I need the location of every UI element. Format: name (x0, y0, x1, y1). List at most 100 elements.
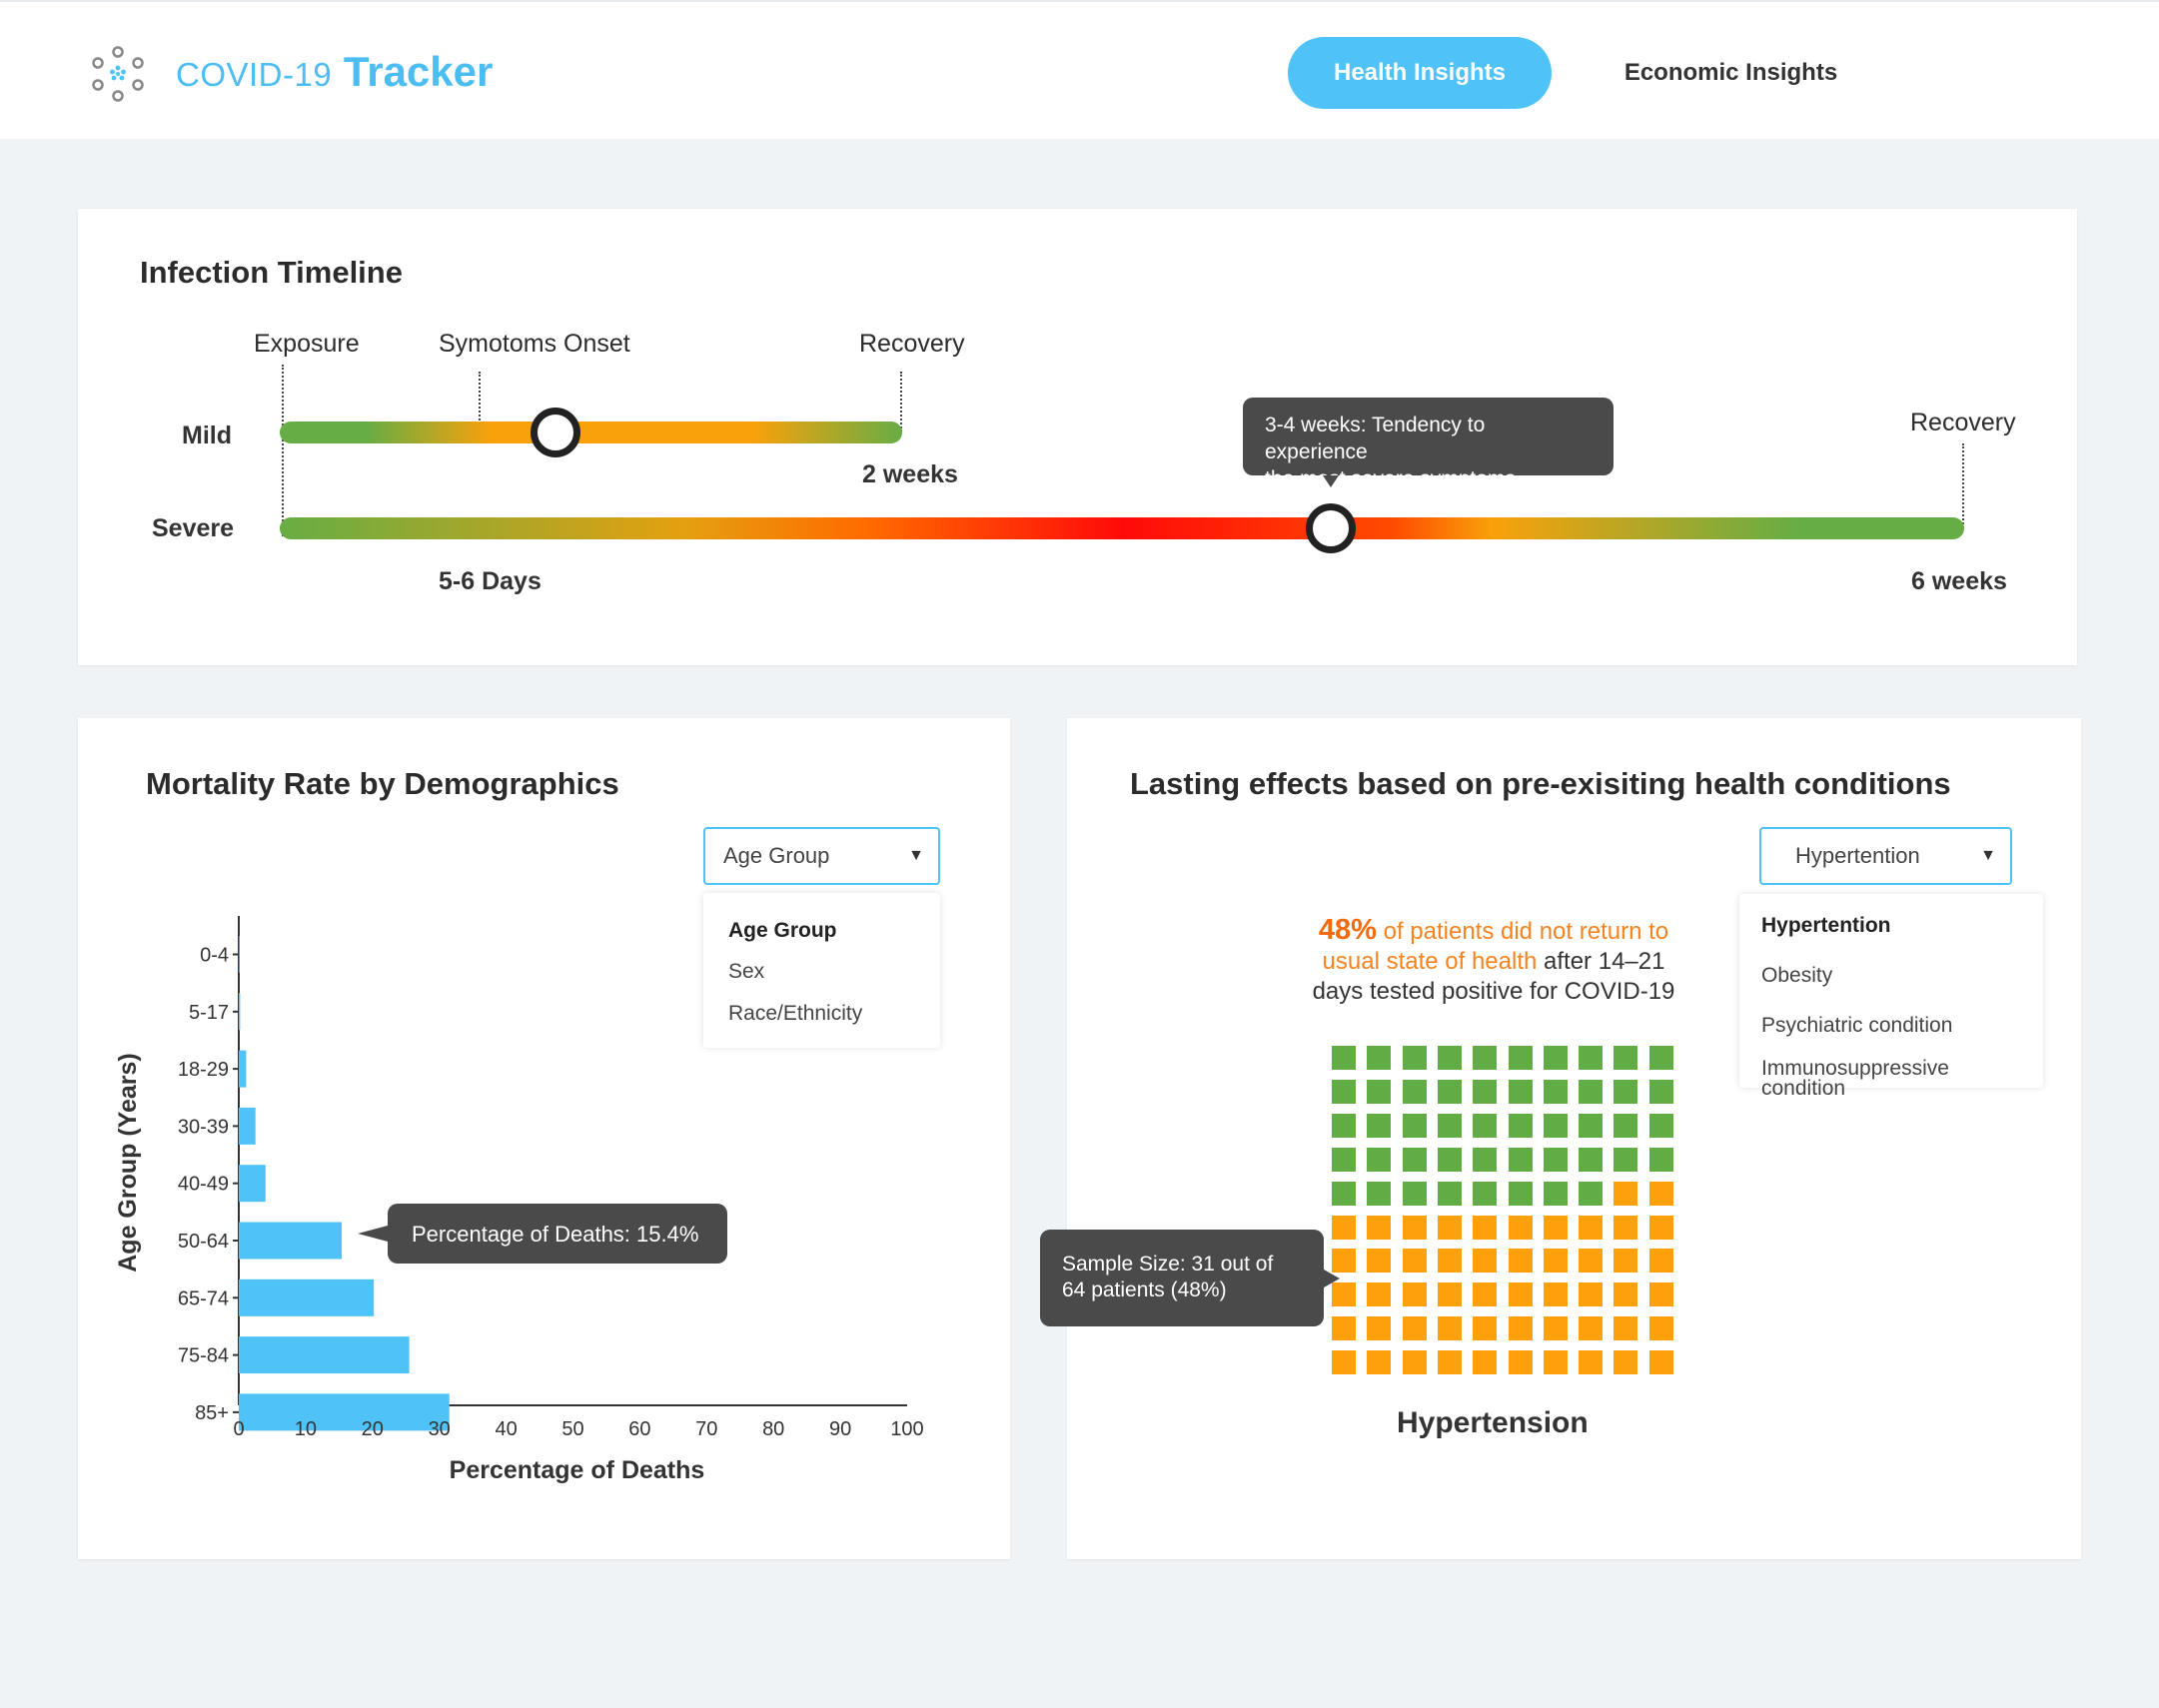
demographic-select[interactable]: Age Group ▼ (703, 827, 940, 885)
waffle-cell (1473, 1079, 1498, 1104)
sample-tooltip-line-1: Sample Size: 31 out of (1062, 1253, 1274, 1276)
condition-option-obesity[interactable]: Obesity (1761, 965, 1832, 986)
bar-75-84 (239, 1336, 410, 1374)
stat-text-2: days tested positive for COVID-19 (1312, 978, 1675, 1005)
bar-40-49 (239, 1165, 266, 1203)
waffle-cell (1579, 1181, 1604, 1206)
severe-timeline-handle[interactable] (1306, 503, 1356, 553)
condition-option-immunosuppressive-cont: condition (1761, 1077, 1846, 1100)
waffle-cell (1437, 1046, 1462, 1070)
waffle-cell (1332, 1113, 1356, 1138)
y-tick-label: 5-17 (189, 1002, 229, 1024)
brand-title: COVID-19 Tracker (176, 48, 493, 96)
mild-row-label: Mild (182, 422, 232, 449)
condition-option-psychiatric[interactable]: Psychiatric condition (1761, 1015, 1952, 1036)
demographic-option-age-group[interactable]: Age Group (728, 920, 837, 941)
waffle-cell (1614, 1147, 1638, 1172)
x-tick-label: 20 (362, 1418, 384, 1440)
condition-select[interactable]: Hypertention ▼ (1759, 827, 2012, 885)
stat-highlight-2: usual state of health (1322, 948, 1538, 975)
demographic-options-menu: Age Group Sex Race/Ethnicity (703, 893, 940, 1048)
waffle-cell (1648, 1282, 1673, 1307)
stat-text-1: after 14–21 (1537, 948, 1665, 975)
brand-name: Tracker (343, 48, 494, 95)
waffle-cell (1614, 1316, 1638, 1341)
nav-health-insights-button[interactable]: Health Insights (1288, 37, 1552, 109)
bar-value-tooltip: Percentage of Deaths: 15.4% (358, 1204, 727, 1264)
condition-option-immunosuppressive[interactable]: Immunosuppressive (1761, 1058, 1949, 1079)
condition-option-hypertention[interactable]: Hypertention (1761, 915, 1891, 936)
waffle-cell (1367, 1046, 1392, 1070)
symptoms-onset-label: Symotoms Onset (439, 330, 630, 358)
waffle-cell (1648, 1181, 1673, 1206)
waffle-cell (1508, 1181, 1533, 1206)
bar-0-4 (239, 936, 240, 973)
waffle-cell (1648, 1249, 1673, 1274)
waffle-cell (1402, 1215, 1427, 1240)
severe-recovery-label: Recovery (1910, 409, 2016, 436)
waffle-cell (1402, 1181, 1427, 1206)
chevron-down-icon[interactable]: ▼ (908, 847, 924, 865)
waffle-cell (1402, 1046, 1427, 1070)
infection-timeline-title: Infection Timeline (140, 255, 403, 290)
mild-duration-label: 2 weeks (862, 460, 958, 488)
y-tick-label: 85+ (195, 1402, 229, 1424)
waffle-cell (1437, 1079, 1462, 1104)
waffle-cell (1473, 1316, 1498, 1341)
top-header: COVID-19 Tracker Health Insights Economi… (0, 0, 2159, 139)
waffle-cell (1402, 1113, 1427, 1138)
sample-tooltip-line-2: 64 patients (48%) (1062, 1279, 1227, 1301)
waffle-cell (1367, 1181, 1392, 1206)
waffle-cell (1614, 1215, 1638, 1240)
bar-50-64 (239, 1222, 343, 1260)
tooltip-line-1: 3-4 weeks: Tendency to experience (1265, 414, 1486, 463)
y-tick-label: 65-74 (178, 1287, 229, 1309)
waffle-cell (1543, 1181, 1568, 1206)
demographic-option-sex[interactable]: Sex (728, 961, 764, 982)
waffle-cell (1437, 1249, 1462, 1274)
waffle-cell (1332, 1215, 1356, 1240)
waffle-cell (1543, 1282, 1568, 1307)
severe-timeline-bar (280, 517, 1964, 539)
lasting-effects-title: Lasting effects based on pre-exisiting h… (1130, 766, 1951, 801)
waffle-cell (1367, 1316, 1392, 1341)
waffle-cell (1437, 1215, 1462, 1240)
waffle-cell (1508, 1350, 1533, 1375)
mortality-card: Mortality Rate by Demographics 0-4 5-17 18… (78, 718, 1010, 1559)
waffle-cell (1579, 1215, 1604, 1240)
chevron-down-icon[interactable]: ▼ (1980, 847, 1996, 865)
x-tick-label: 70 (695, 1418, 717, 1440)
y-tick-label: 50-64 (178, 1231, 229, 1253)
waffle-cell (1473, 1282, 1498, 1307)
waffle-cell (1648, 1316, 1673, 1341)
waffle-cell (1543, 1249, 1568, 1274)
infection-timeline-card: Infection Timeline Exposure Symotoms Ons… (78, 209, 2077, 665)
bar-30-39 (239, 1107, 256, 1145)
waffle-cell (1579, 1147, 1604, 1172)
waffle-cell (1473, 1249, 1498, 1274)
waffle-cell (1579, 1079, 1604, 1104)
x-tick-label: 90 (829, 1418, 851, 1440)
onset-duration-label: 5-6 Days (439, 567, 541, 595)
exposure-label: Exposure (254, 330, 360, 358)
lasting-effects-card: Lasting effects based on pre-exisiting h… (1040, 718, 2081, 1559)
waffle-cell (1473, 1215, 1498, 1240)
waffle-cell (1367, 1249, 1392, 1274)
waffle-cell (1579, 1282, 1604, 1307)
sample-size-tooltip: Sample Size: 31 out of 64 patients (48%) (1040, 1230, 1340, 1326)
waffle-cell (1614, 1046, 1638, 1070)
waffle-cell (1543, 1046, 1568, 1070)
waffle-cell (1508, 1046, 1533, 1070)
waffle-cell (1473, 1113, 1498, 1138)
nav-economic-insights-link[interactable]: Economic Insights (1579, 37, 1883, 109)
mild-timeline-handle[interactable] (531, 408, 580, 457)
waffle-cell (1648, 1046, 1673, 1070)
waffle-cell (1579, 1113, 1604, 1138)
waffle-cell (1332, 1079, 1356, 1104)
waffle-cell (1367, 1350, 1392, 1375)
waffle-cell (1473, 1046, 1498, 1070)
waffle-cell (1473, 1147, 1498, 1172)
mild-timeline-bar (280, 422, 902, 443)
waffle-condition-label: Hypertension (1397, 1406, 1589, 1439)
demographic-option-race[interactable]: Race/Ethnicity (728, 1003, 862, 1024)
